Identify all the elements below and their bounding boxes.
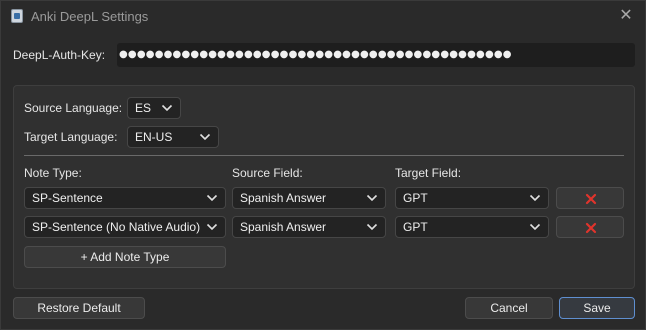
target-field-value: GPT	[403, 191, 428, 205]
chevron-down-icon	[366, 223, 378, 231]
source-field-select[interactable]: Spanish Answer	[232, 216, 386, 238]
target-language-label: Target Language:	[24, 130, 118, 144]
window-title: Anki DeepL Settings	[31, 9, 149, 24]
note-type-select[interactable]: SP-Sentence (No Native Audio)	[24, 216, 226, 238]
title-bar: Anki DeepL Settings ✕	[1, 1, 645, 33]
source-field-select[interactable]: Spanish Answer	[232, 187, 386, 209]
source-field-header: Source Field:	[232, 166, 303, 180]
chevron-down-icon	[366, 194, 378, 202]
source-language-label: Source Language:	[24, 101, 123, 115]
red-x-delete-icon	[585, 193, 597, 205]
source-field-value: Spanish Answer	[240, 220, 327, 234]
note-type-select[interactable]: SP-Sentence	[24, 187, 226, 209]
target-language-value: EN-US	[135, 130, 173, 144]
chevron-down-icon	[206, 223, 218, 231]
chevron-down-icon	[529, 223, 541, 231]
save-button[interactable]: Save	[559, 297, 635, 319]
delete-row-button[interactable]	[556, 187, 624, 209]
chevron-down-icon	[206, 194, 218, 202]
add-note-type-button[interactable]: + Add Note Type	[24, 246, 226, 268]
target-field-value: GPT	[403, 220, 428, 234]
auth-key-row: DeepL-Auth-Key: ●●●●●●●●●●●●●●●●●●●●●●●●…	[13, 43, 635, 67]
target-language-select[interactable]: EN-US	[127, 126, 219, 148]
source-language-select[interactable]: ES	[127, 97, 181, 119]
settings-dialog: Anki DeepL Settings ✕ DeepL-Auth-Key: ●●…	[0, 0, 646, 330]
note-type-value: SP-Sentence	[32, 191, 103, 205]
target-field-select[interactable]: GPT	[395, 216, 549, 238]
close-icon[interactable]: ✕	[617, 7, 635, 25]
settings-panel: Source Language: ES Target Language: EN-…	[13, 85, 635, 289]
source-language-value: ES	[135, 101, 152, 115]
note-type-header: Note Type:	[24, 166, 82, 180]
target-field-header: Target Field:	[395, 166, 462, 180]
anki-app-icon	[11, 9, 23, 23]
auth-key-label: DeepL-Auth-Key:	[13, 48, 106, 62]
auth-key-input[interactable]: ●●●●●●●●●●●●●●●●●●●●●●●●●●●●●●●●●●●●●●●●…	[117, 43, 635, 67]
chevron-down-icon	[199, 133, 211, 141]
restore-default-button[interactable]: Restore Default	[13, 297, 145, 319]
source-field-value: Spanish Answer	[240, 191, 327, 205]
chevron-down-icon	[529, 194, 541, 202]
note-type-value: SP-Sentence (No Native Audio)	[32, 220, 201, 234]
cancel-button[interactable]: Cancel	[465, 297, 553, 319]
section-divider	[24, 155, 624, 156]
target-field-select[interactable]: GPT	[395, 187, 549, 209]
delete-row-button[interactable]	[556, 216, 624, 238]
red-x-delete-icon	[585, 222, 597, 234]
chevron-down-icon	[161, 104, 173, 112]
